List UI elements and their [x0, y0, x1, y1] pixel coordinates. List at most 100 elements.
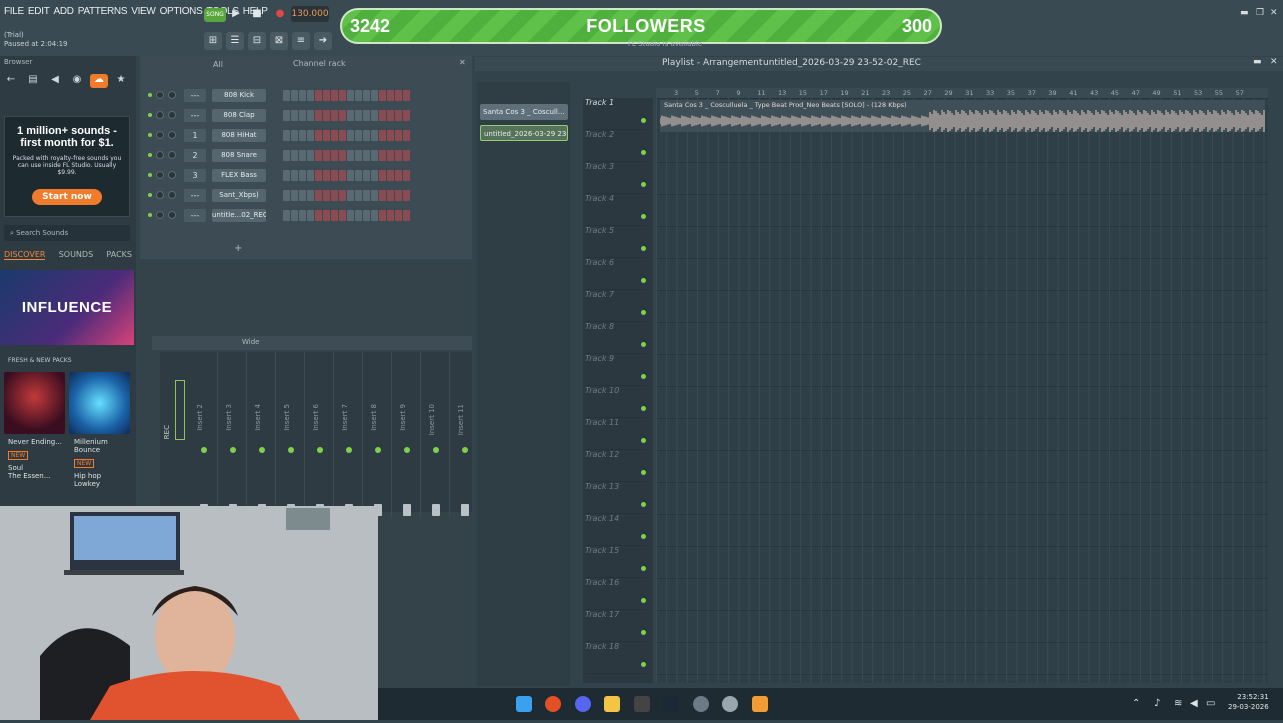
pack-name[interactable]: Millenium Bounce	[74, 438, 124, 454]
battery-icon[interactable]: ▭	[1206, 698, 1215, 709]
pan-knob[interactable]	[156, 151, 164, 159]
mixer-insert[interactable]: Insert 5	[277, 352, 305, 517]
track-header[interactable]: Track 3	[585, 162, 647, 194]
tab-packs[interactable]: PACKS	[106, 250, 132, 260]
track-enable-led[interactable]	[641, 534, 646, 539]
chevron-up-icon[interactable]: ⌃	[1132, 698, 1140, 709]
step-button[interactable]	[355, 150, 362, 161]
tab-sounds[interactable]: SOUNDS	[59, 250, 93, 260]
step-button[interactable]	[283, 90, 290, 101]
step-button[interactable]	[339, 150, 346, 161]
insert-led[interactable]	[201, 447, 207, 453]
insert-fader[interactable]	[461, 504, 469, 516]
channel-led[interactable]	[148, 173, 152, 177]
channel-row[interactable]: 1 808 HiHat	[146, 128, 464, 144]
step-button[interactable]	[395, 110, 402, 121]
step-button[interactable]	[355, 210, 362, 221]
insert-led[interactable]	[404, 447, 410, 453]
channel-mixer-track[interactable]: 2	[184, 149, 206, 162]
menu-patterns[interactable]: PATTERNS	[78, 6, 128, 17]
step-button[interactable]	[403, 150, 410, 161]
step-button[interactable]	[331, 190, 338, 201]
step-button[interactable]	[379, 90, 386, 101]
breadcrumb[interactable]: untitled_2026-03-29 23-52-02_REC	[763, 58, 921, 68]
insert-led[interactable]	[317, 447, 323, 453]
minimize-icon[interactable]: ▬	[1253, 57, 1262, 67]
step-button[interactable]	[395, 210, 402, 221]
close-icon[interactable]: ✕	[1270, 8, 1278, 18]
pattern-item[interactable]: Santa Cos 3 _ Coscull...	[480, 104, 568, 120]
track-enable-led[interactable]	[641, 438, 646, 443]
step-button[interactable]	[395, 170, 402, 181]
step-button[interactable]	[323, 170, 330, 181]
step-button[interactable]	[403, 210, 410, 221]
step-button[interactable]	[403, 90, 410, 101]
maximize-icon[interactable]: ❐	[1256, 8, 1264, 18]
piano-roll-icon[interactable]: ☰	[226, 32, 244, 50]
step-button[interactable]	[307, 210, 314, 221]
influence-banner[interactable]: INFLUENCE	[0, 270, 134, 345]
step-button[interactable]	[299, 130, 306, 141]
discord-icon[interactable]	[575, 696, 591, 712]
insert-led[interactable]	[375, 447, 381, 453]
pack-cover-2[interactable]	[69, 372, 130, 434]
track-header[interactable]: Track 18	[585, 642, 647, 674]
track-header[interactable]: Track 11	[585, 418, 647, 450]
step-button[interactable]	[307, 190, 314, 201]
step-button[interactable]	[347, 210, 354, 221]
track-enable-led[interactable]	[641, 214, 646, 219]
step-button[interactable]	[371, 90, 378, 101]
step-button[interactable]	[315, 90, 322, 101]
wifi-icon[interactable]: ≋	[1174, 698, 1182, 709]
step-button[interactable]	[339, 110, 346, 121]
mixer-insert[interactable]: Insert 4	[248, 352, 276, 517]
mixer-insert[interactable]: Insert 8	[364, 352, 392, 517]
insert-led[interactable]	[462, 447, 468, 453]
pattern-tool-icon[interactable]: ⊞	[204, 32, 222, 50]
step-button[interactable]	[323, 90, 330, 101]
step-button[interactable]	[371, 210, 378, 221]
song-mode-button[interactable]: SONG	[204, 8, 226, 22]
step-button[interactable]	[315, 170, 322, 181]
track-header[interactable]: Track 10	[585, 386, 647, 418]
step-button[interactable]	[291, 130, 298, 141]
track-header[interactable]: Track 17	[585, 610, 647, 642]
channel-mixer-track[interactable]: ---	[184, 109, 206, 122]
step-button[interactable]	[371, 130, 378, 141]
pan-knob[interactable]	[156, 191, 164, 199]
mixer-insert[interactable]: Insert 9	[393, 352, 421, 517]
volume-knob[interactable]	[168, 171, 176, 179]
track-header[interactable]: Track 15	[585, 546, 647, 578]
step-button[interactable]	[315, 110, 322, 121]
step-button[interactable]	[363, 190, 370, 201]
channel-name[interactable]: Sant_Xbps)	[212, 189, 266, 202]
step-button[interactable]	[299, 190, 306, 201]
step-button[interactable]	[387, 90, 394, 101]
speaker-icon[interactable]: ◀	[46, 74, 64, 88]
step-button[interactable]	[315, 210, 322, 221]
channel-row[interactable]: --- Sant_Xbps)	[146, 188, 464, 204]
step-button[interactable]	[371, 170, 378, 181]
channel-mixer-track[interactable]: 3	[184, 169, 206, 182]
step-button[interactable]	[347, 150, 354, 161]
step-button[interactable]	[331, 170, 338, 181]
pan-knob[interactable]	[156, 111, 164, 119]
track-enable-led[interactable]	[641, 342, 646, 347]
tab-discover[interactable]: DISCOVER	[4, 250, 46, 260]
selected-insert[interactable]	[175, 380, 185, 440]
step-button[interactable]	[379, 170, 386, 181]
channel-row[interactable]: --- 808 Clap	[146, 108, 464, 124]
step-button[interactable]	[387, 110, 394, 121]
track-header[interactable]: Track 13	[585, 482, 647, 514]
start-now-button[interactable]: Start now	[32, 189, 102, 205]
step-button[interactable]	[387, 210, 394, 221]
step-button[interactable]	[299, 110, 306, 121]
step-button[interactable]	[323, 130, 330, 141]
pan-knob[interactable]	[156, 171, 164, 179]
obs-icon[interactable]	[722, 696, 738, 712]
step-button[interactable]	[355, 110, 362, 121]
step-button[interactable]	[339, 170, 346, 181]
track-enable-led[interactable]	[641, 662, 646, 667]
start-icon[interactable]	[516, 696, 532, 712]
add-channel-icon[interactable]: +	[234, 243, 242, 254]
